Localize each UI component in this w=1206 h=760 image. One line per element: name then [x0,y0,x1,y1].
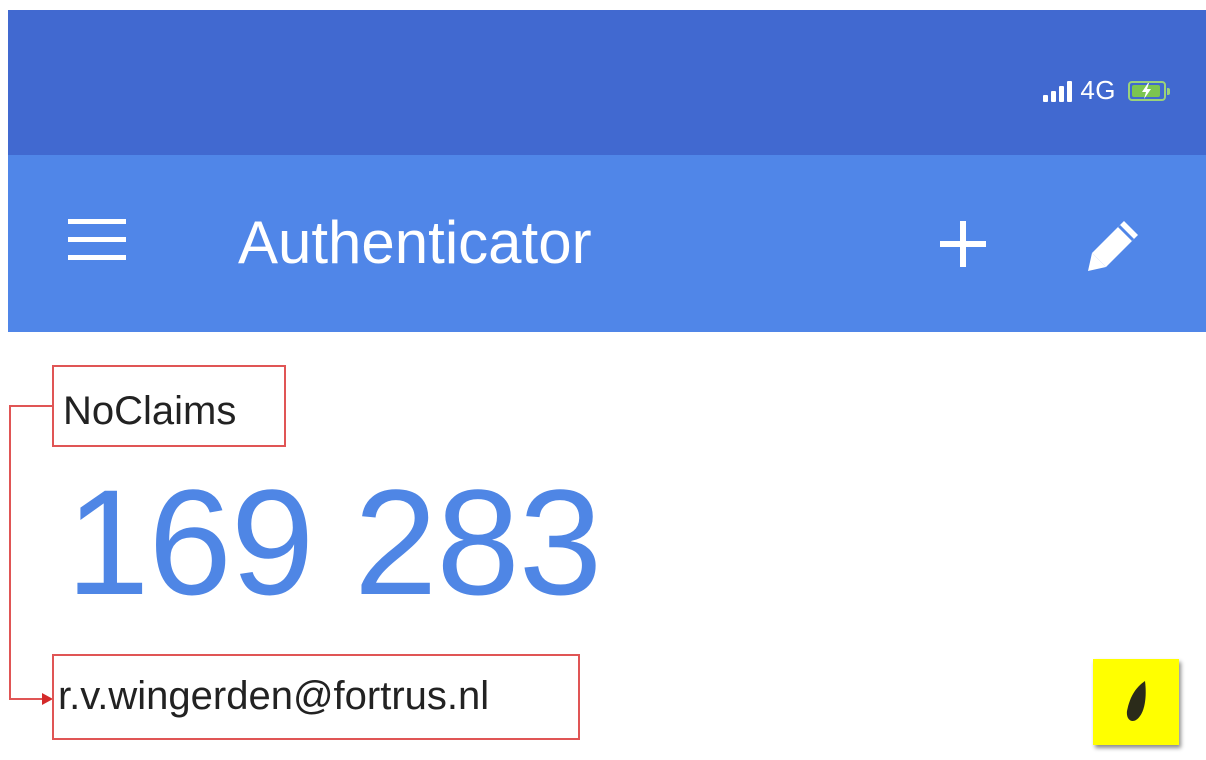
app-title: Authenticator [238,209,592,276]
status-indicators: 4G [1043,75,1170,106]
status-bar: 4G [8,10,1206,155]
account-list: NoClaims 169 283 r.v.wingerden@fortrus.n… [8,332,1206,760]
network-type: 4G [1080,75,1116,105]
signal-icon [1043,80,1073,102]
account-issuer: NoClaims [63,389,237,433]
add-account-button[interactable] [938,219,988,269]
menu-button[interactable] [66,219,128,265]
battery-charging-icon [1128,80,1170,101]
edit-button[interactable] [1084,215,1144,275]
pencil-icon [1088,221,1138,271]
app-bar: Authenticator [8,155,1206,332]
account-email: r.v.wingerden@fortrus.nl [58,674,490,718]
otp-code[interactable]: 169 283 [66,467,602,617]
countdown-timer-icon [1093,659,1179,745]
phone-screen: 4G Authenticator NoClaims 169 283 r.v.wi… [8,10,1206,760]
